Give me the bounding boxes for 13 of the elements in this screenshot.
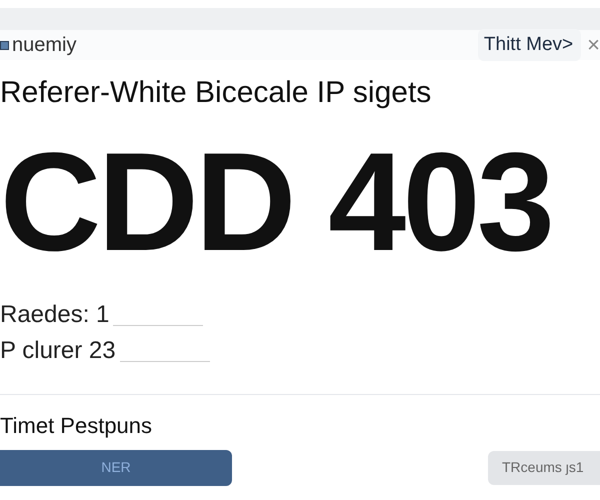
page-heading: Referer-White Bicecale IP sigets	[0, 75, 432, 111]
fill-in-line[interactable]	[120, 360, 210, 362]
logo-icon	[0, 40, 9, 50]
close-button[interactable]: ×	[581, 34, 600, 56]
action-button[interactable]: NER	[0, 450, 232, 486]
action-button[interactable]: TRceums ȷs1	[488, 450, 600, 484]
error-code: CDD 403	[0, 132, 552, 272]
field-label: Raedes: 1	[0, 300, 110, 330]
fill-in-line[interactable]	[113, 324, 204, 326]
field-label: P clurer 23	[0, 336, 116, 366]
tab[interactable]: Thitt Mev>	[478, 28, 582, 62]
app-name: nuemiy	[12, 33, 76, 58]
section-title: Timet Pestpuns	[0, 412, 152, 440]
